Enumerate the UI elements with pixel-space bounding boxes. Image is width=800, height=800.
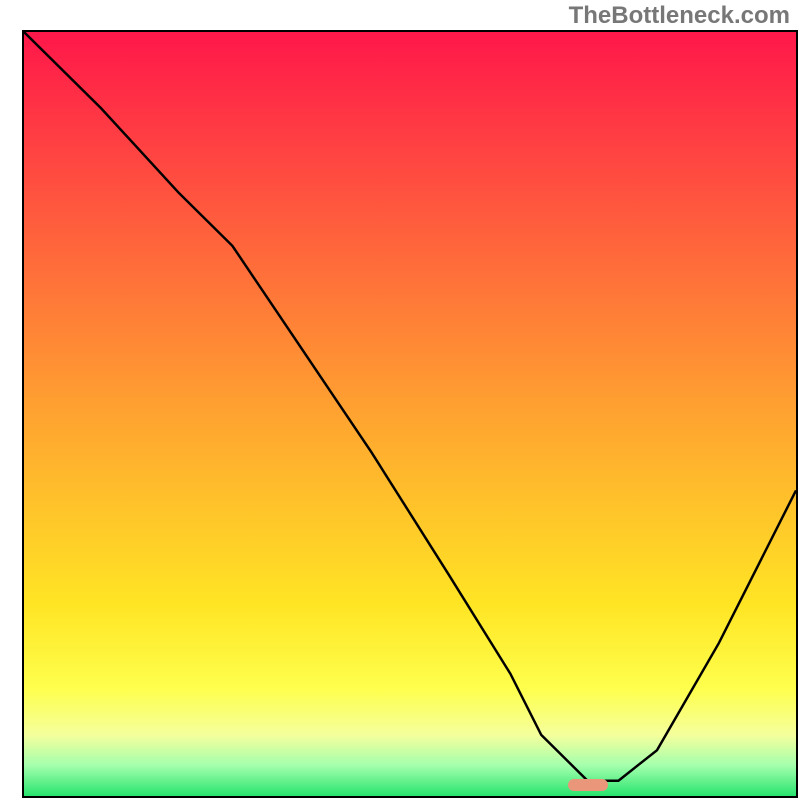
optimum-marker	[568, 779, 608, 791]
chart-curve	[24, 32, 796, 796]
chart-plot-area	[22, 30, 798, 798]
watermark-text: TheBottleneck.com	[569, 2, 790, 30]
